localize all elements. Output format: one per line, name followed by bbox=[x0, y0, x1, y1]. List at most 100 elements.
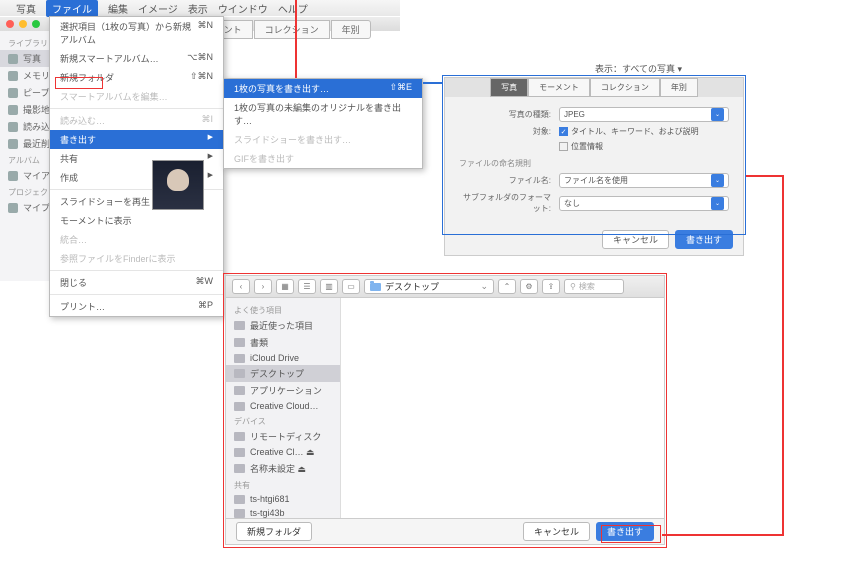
sidebar-item-label: 撮影地 bbox=[23, 103, 50, 116]
save-sidebar-header: デバイス bbox=[226, 413, 340, 428]
save-sidebar-item[interactable]: ts-htgi681 bbox=[226, 492, 340, 506]
save-sidebar-item[interactable]: ts-tgi43b bbox=[226, 506, 340, 518]
folder-icon bbox=[370, 283, 381, 291]
minimize-icon[interactable] bbox=[19, 20, 27, 28]
group-button[interactable]: ⌃ bbox=[498, 279, 516, 294]
label-kind: 写真の種類: bbox=[459, 109, 559, 120]
export-cancel-button[interactable]: キャンセル bbox=[602, 230, 669, 249]
view-list-button[interactable]: ☰ bbox=[298, 279, 316, 294]
chevron-down-icon: ⌄ bbox=[711, 108, 724, 121]
menu-window[interactable]: ウインドウ bbox=[218, 1, 268, 16]
menu-item[interactable]: 新規スマートアルバム…⌥⌘N bbox=[50, 49, 223, 68]
export-dialog: 写真 モーメント コレクション 年別 写真の種類: JPEG⌄ 対象: ✓タイト… bbox=[444, 77, 744, 256]
back-button[interactable]: ‹ bbox=[232, 279, 250, 294]
export-tabs: 写真 モーメント コレクション 年別 bbox=[445, 78, 743, 97]
save-sidebar: よく使う項目最近使った項目書類iCloud Driveデスクトップアプリケーショ… bbox=[226, 298, 341, 518]
close-icon[interactable] bbox=[6, 20, 14, 28]
save-sidebar-label: 最近使った項目 bbox=[250, 319, 313, 332]
export-ok-button[interactable]: 書き出す bbox=[675, 230, 733, 249]
save-dialog: ‹ › ▦ ☰ ▥ ▭ デスクトップ⌄ ⌃ ⚙ ⇪ ⚲検索 よく使う項目最近使っ… bbox=[225, 275, 665, 545]
save-sidebar-item[interactable]: アプリケーション bbox=[226, 382, 340, 399]
save-sidebar-item[interactable]: デスクトップ bbox=[226, 365, 340, 382]
menu-view[interactable]: 表示 bbox=[188, 1, 208, 16]
export-tab-collections[interactable]: コレクション bbox=[590, 78, 660, 97]
annotation-line-2c bbox=[662, 534, 784, 536]
section-naming: ファイルの命名規則 bbox=[459, 158, 729, 169]
save-sidebar-label: ts-htgi681 bbox=[250, 494, 290, 504]
menu-item: スマートアルバムを編集… bbox=[50, 87, 223, 106]
export-tab-years[interactable]: 年別 bbox=[660, 78, 698, 97]
menu-image[interactable]: イメージ bbox=[138, 1, 178, 16]
save-sidebar-label: 名称未設定 ⏏ bbox=[250, 462, 306, 475]
menu-item[interactable]: 選択項目（1枚の写真）から新規アルバム⌘N bbox=[50, 17, 223, 49]
save-ok-button[interactable]: 書き出す bbox=[596, 522, 654, 541]
search-field[interactable]: ⚲検索 bbox=[564, 279, 624, 294]
select-filename[interactable]: ファイル名を使用⌄ bbox=[559, 173, 729, 188]
menu-photos[interactable]: 写真 bbox=[16, 1, 36, 16]
menu-item[interactable]: モーメントに表示 bbox=[50, 211, 223, 230]
new-folder-button[interactable]: 新規フォルダ bbox=[236, 522, 312, 541]
folder-icon bbox=[234, 432, 245, 441]
save-sidebar-header: 共有 bbox=[226, 477, 340, 492]
folder-icon bbox=[234, 495, 245, 504]
chevron-down-icon: ⌄ bbox=[711, 197, 724, 210]
sidebar-item-label: 写真 bbox=[23, 52, 41, 65]
menu-edit[interactable]: 編集 bbox=[108, 1, 128, 16]
folder-icon bbox=[234, 369, 245, 378]
save-sidebar-item[interactable]: 書類 bbox=[226, 334, 340, 351]
location-popup[interactable]: デスクトップ⌄ bbox=[364, 279, 494, 294]
folder-icon bbox=[234, 354, 245, 363]
select-subfolder[interactable]: なし⌄ bbox=[559, 196, 729, 211]
menu-file[interactable]: ファイル bbox=[46, 0, 98, 17]
save-sidebar-item[interactable]: Creative Cl… ⏏ bbox=[226, 445, 340, 460]
photo-thumbnail[interactable] bbox=[152, 160, 204, 210]
folder-icon bbox=[234, 338, 245, 347]
save-sidebar-item[interactable]: 最近使った項目 bbox=[226, 317, 340, 334]
project-icon bbox=[8, 203, 18, 213]
file-pane[interactable] bbox=[341, 298, 664, 518]
check-location[interactable]: 位置情報 bbox=[559, 141, 603, 152]
submenu-item: スライドショーを書き出す… bbox=[224, 130, 422, 149]
menu-item[interactable]: プリント…⌘P bbox=[50, 297, 223, 316]
save-sidebar-header: よく使う項目 bbox=[226, 302, 340, 317]
folder-icon bbox=[234, 509, 245, 518]
menu-item[interactable]: 書き出す bbox=[50, 130, 223, 149]
zoom-icon[interactable] bbox=[32, 20, 40, 28]
check-metadata[interactable]: ✓タイトル、キーワード、および説明 bbox=[559, 126, 699, 137]
menu-item[interactable]: 新規フォルダ⇧⌘N bbox=[50, 68, 223, 87]
forward-button[interactable]: › bbox=[254, 279, 272, 294]
share-button[interactable]: ⇪ bbox=[542, 279, 560, 294]
action-button[interactable]: ⚙ bbox=[520, 279, 538, 294]
view-columns-button[interactable]: ▥ bbox=[320, 279, 338, 294]
search-icon: ⚲ bbox=[570, 282, 576, 291]
select-kind[interactable]: JPEG⌄ bbox=[559, 107, 729, 122]
label-filename: ファイル名: bbox=[459, 175, 559, 186]
submenu-item[interactable]: 1枚の写真を書き出す…⇧⌘E bbox=[224, 79, 422, 98]
save-cancel-button[interactable]: キャンセル bbox=[523, 522, 590, 541]
seg-years[interactable]: 年別 bbox=[331, 20, 371, 39]
seg-collections[interactable]: コレクション bbox=[254, 20, 330, 39]
view-icons-button[interactable]: ▦ bbox=[276, 279, 294, 294]
view-gallery-button[interactable]: ▭ bbox=[342, 279, 360, 294]
imports-icon bbox=[8, 122, 18, 132]
save-sidebar-item[interactable]: Creative Cloud… bbox=[226, 399, 340, 413]
export-tab-photos[interactable]: 写真 bbox=[490, 78, 528, 97]
places-icon bbox=[8, 105, 18, 115]
menu-help[interactable]: ヘルプ bbox=[278, 1, 308, 16]
save-sidebar-item[interactable]: リモートディスク bbox=[226, 428, 340, 445]
save-sidebar-label: Creative Cloud… bbox=[250, 401, 319, 411]
export-tab-moments[interactable]: モーメント bbox=[528, 78, 590, 97]
folder-icon bbox=[234, 402, 245, 411]
folder-icon bbox=[234, 386, 245, 395]
recent-icon bbox=[8, 139, 18, 149]
menu-item[interactable]: 閉じる⌘W bbox=[50, 273, 223, 292]
label-include: 対象: bbox=[459, 126, 559, 137]
save-toolbar: ‹ › ▦ ☰ ▥ ▭ デスクトップ⌄ ⌃ ⚙ ⇪ ⚲検索 bbox=[226, 276, 664, 298]
annotation-line-2 bbox=[746, 175, 784, 177]
submenu-item[interactable]: 1枚の写真の未編集のオリジナルを書き出す… bbox=[224, 98, 422, 130]
save-sidebar-item[interactable]: iCloud Drive bbox=[226, 351, 340, 365]
annotation-line-1 bbox=[295, 0, 297, 78]
save-sidebar-item[interactable]: 名称未設定 ⏏ bbox=[226, 460, 340, 477]
show-filter[interactable]: 表示：すべての写真 ▾ bbox=[595, 62, 682, 75]
album-icon bbox=[8, 171, 18, 181]
